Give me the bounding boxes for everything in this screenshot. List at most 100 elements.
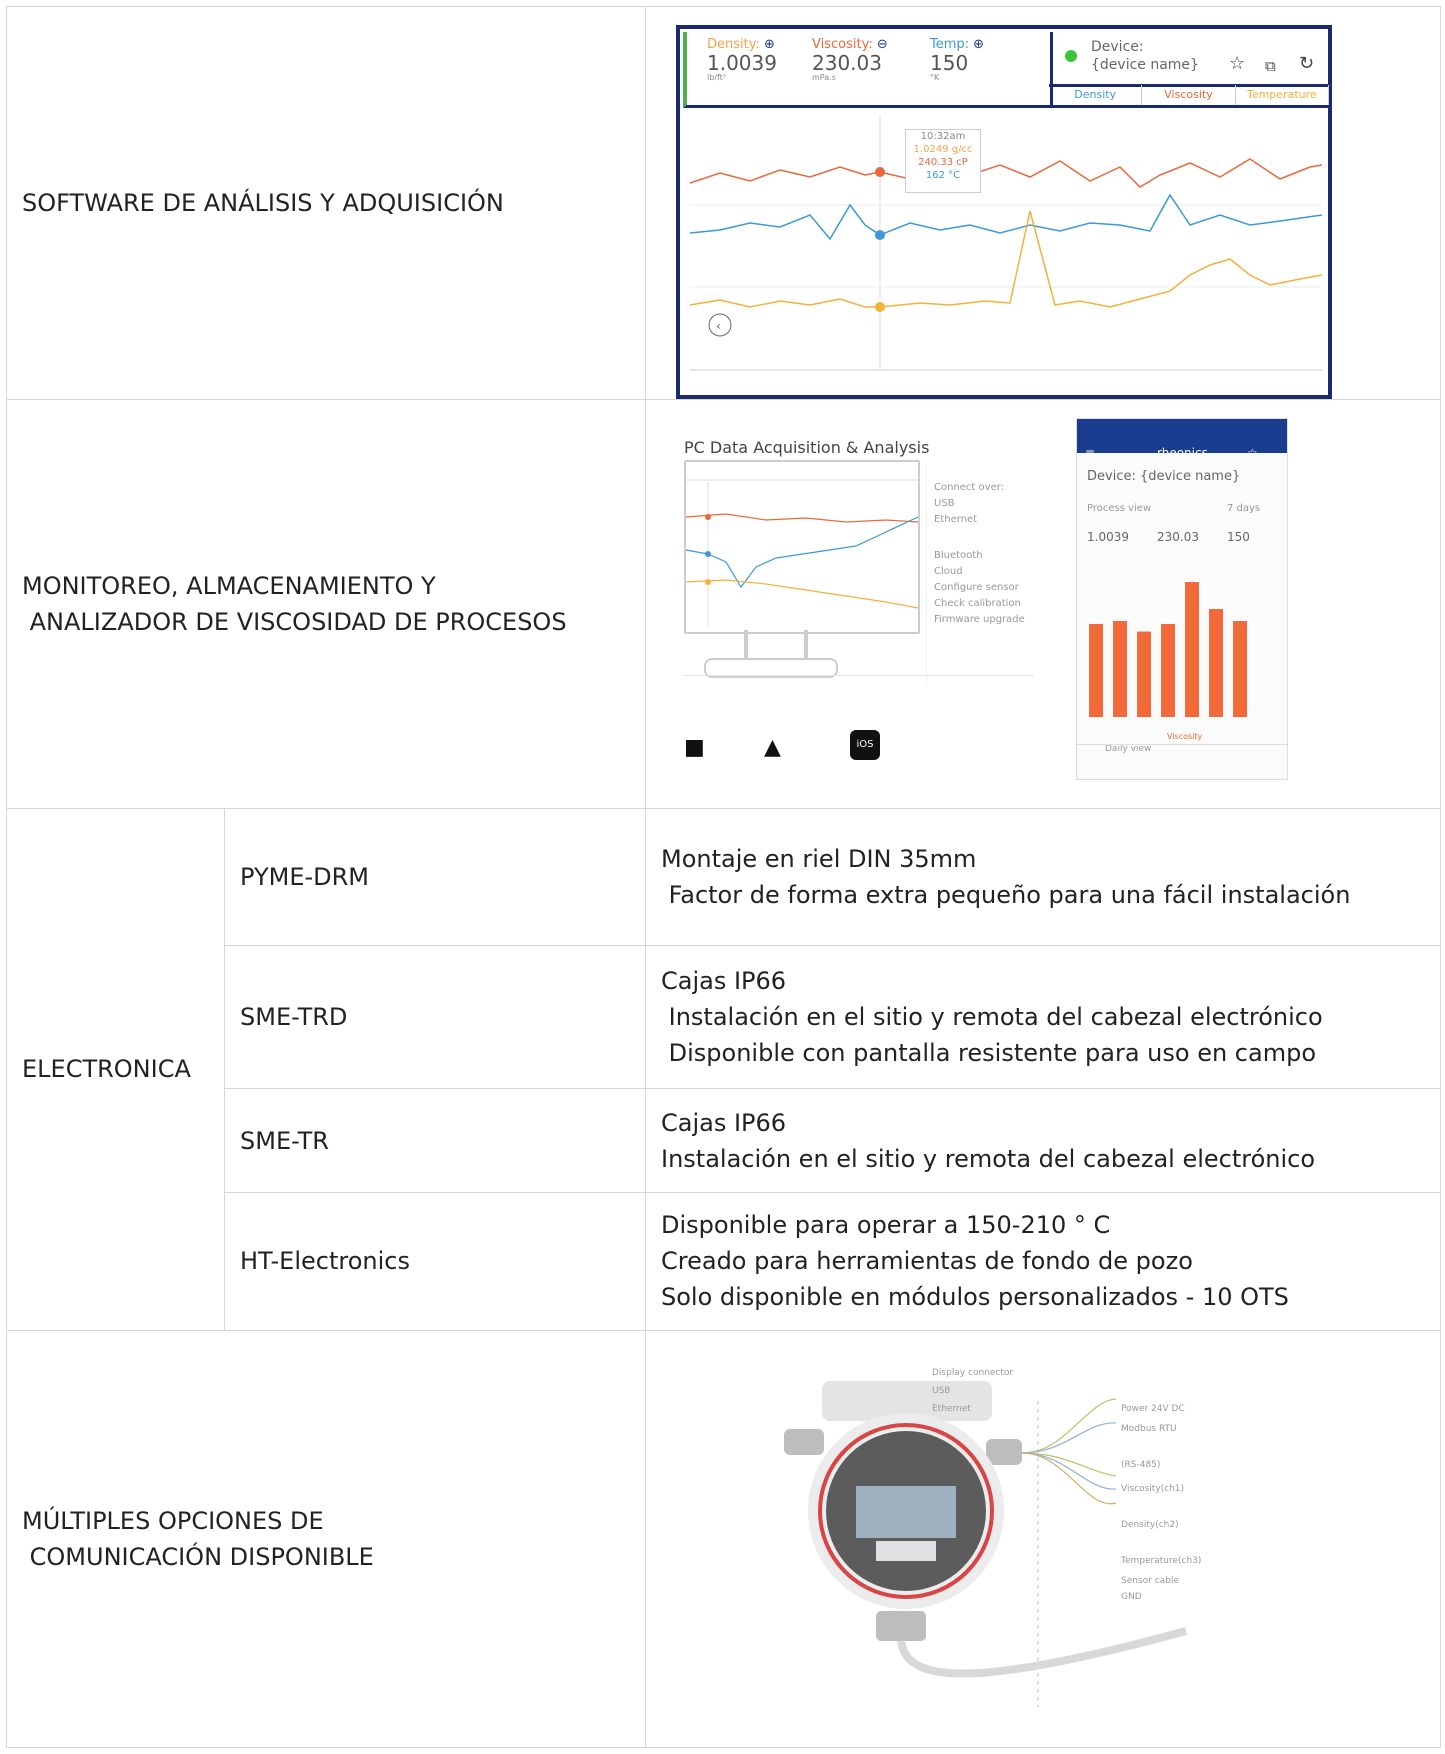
temperature-marker: [875, 302, 885, 312]
electronics-model: HT-Electronics: [224, 1191, 646, 1331]
temp-unit: °K: [930, 73, 940, 82]
electronics-model: SME-TR: [224, 1088, 646, 1193]
device-label: Device:: [1091, 39, 1144, 55]
phone-bar: [1089, 624, 1103, 718]
electronics-desc: Montaje en riel DIN 35mm Factor de forma…: [645, 808, 1441, 946]
viscosity-label: Viscosity:: [812, 37, 873, 52]
back-arrow-icon: ‹: [716, 319, 721, 333]
star-icon[interactable]: ☆: [1247, 435, 1258, 471]
electronics-desc: Cajas IP66 Instalación en el sitio y rem…: [645, 1088, 1441, 1193]
junction-box-figure: Display connector USB Ethernet Power 24V…: [766, 1341, 1326, 1707]
connect-calibration: Check calibration: [934, 598, 1021, 610]
connect-header: Connect over:: [934, 482, 1005, 494]
tab-viscosity[interactable]: Viscosity: [1142, 85, 1236, 105]
connect-configure: Configure sensor: [934, 582, 1019, 594]
density-reading: Density: ⊕ 1.0039 lb/ft³: [707, 38, 777, 82]
device-text: Device: {device name}: [1091, 38, 1199, 74]
ios-icon: iOS: [850, 730, 880, 761]
dashboard-screenshot: Density: ⊕ 1.0039 lb/ft³ Viscosity: ⊖ 23…: [676, 25, 1332, 399]
status-dot-icon: [1065, 50, 1077, 62]
tooltip-temp: 162 °C: [925, 170, 961, 181]
communication-image-cell: Display connector USB Ethernet Power 24V…: [645, 1329, 1441, 1749]
tooltip-density: 1.0249 g/cc: [913, 144, 973, 155]
row-label-monitoring: MONITOREO, ALMACENAMIENTO Y ANALIZADOR D…: [6, 399, 646, 810]
density-series: [690, 193, 1322, 241]
monitor-stand: [744, 630, 748, 661]
electronics-label: ELECTRONICA: [6, 808, 225, 1331]
table-row: SOFTWARE DE ANÁLISIS Y ADQUISICIÓN Densi…: [6, 5, 1441, 401]
phone-bar: [1113, 621, 1127, 718]
connect-options: Connect over: USB Ethernet Bluetooth Clo…: [934, 480, 1025, 628]
phone-bar: [1161, 624, 1175, 718]
viscosity-unit: mPa.s: [812, 73, 836, 82]
phone-bottom-nav: [1077, 744, 1287, 779]
tab-temperature[interactable]: Temperature: [1236, 85, 1329, 105]
device-name: {device name}: [1091, 57, 1199, 73]
spec-table: SOFTWARE DE ANÁLISIS Y ADQUISICIÓN Densi…: [6, 5, 1441, 1749]
star-icon[interactable]: ☆: [1229, 46, 1245, 82]
electronics-desc: Disponible para operar a 150-210 ° C Cre…: [645, 1191, 1441, 1331]
temp-label: Temp:: [930, 37, 970, 52]
row-label-communication: MÚLTIPLES OPCIONES DE COMUNICACIÓN DISPO…: [6, 1329, 646, 1749]
electronics-desc: Cajas IP66 Instalación en el sitio y rem…: [645, 944, 1441, 1090]
mobile-app-figure: ≡ rheonics ☆ Device: {device name} Proce…: [1076, 418, 1288, 781]
viscosity-icon: ⊖: [876, 37, 888, 52]
viscosity-value: 230.03: [812, 51, 882, 75]
phone-bar: [1233, 621, 1247, 718]
trend-chart: ‹: [690, 115, 1322, 371]
android-icon: ▲: [764, 735, 781, 761]
density-value: 1.0039: [707, 51, 777, 75]
phone-viscosity-value: 230.03: [1157, 530, 1199, 545]
software-screenshot-cell: Density: ⊕ 1.0039 lb/ft³ Viscosity: ⊖ 23…: [645, 5, 1441, 401]
monitor-illustration: [684, 460, 920, 635]
divider: [926, 464, 927, 685]
pc-acquisition-figure: PC Data Acquisition & Analysis Connect o…: [684, 430, 1044, 761]
phone-temp-value: 150: [1227, 530, 1250, 545]
monitoring-image-cell: PC Data Acquisition & Analysis Connect o…: [645, 399, 1441, 810]
viscosity-marker: [875, 167, 885, 177]
table-row: ELECTRONICA PYME-DRM Montaje en riel DIN…: [6, 808, 1441, 1331]
viscosity-series: [690, 158, 1322, 188]
table-row: MÚLTIPLES OPCIONES DE COMUNICACIÓN DISPO…: [6, 1329, 1441, 1749]
app-header: ≡ rheonics ☆: [1077, 419, 1287, 460]
temp-icon: ⊕: [973, 37, 985, 52]
spec-document: SOFTWARE DE ANÁLISIS Y ADQUISICIÓN Densi…: [0, 0, 1445, 1754]
density-marker: [875, 230, 885, 240]
junction-box-illustration: [784, 1380, 1188, 1707]
device-panel: Device: {device name} ☆ ⧉ ↻: [1049, 32, 1329, 87]
table-row: MONITOREO, ALMACENAMIENTO Y ANALIZADOR D…: [6, 399, 1441, 810]
row-label-software: SOFTWARE DE ANÁLISIS Y ADQUISICIÓN: [6, 5, 646, 401]
export-icon[interactable]: ⧉: [1265, 48, 1276, 84]
monitor-stand: [804, 630, 808, 661]
label-ethernet: Ethernet: [932, 1403, 971, 1414]
metric-tabs: Density Viscosity Temperature: [1049, 85, 1329, 108]
divider: [684, 675, 1034, 677]
connect-firmware: Firmware upgrade: [934, 614, 1025, 626]
density-icon: ⊕: [764, 37, 775, 52]
readings-panel: Density: ⊕ 1.0039 lb/ft³ Viscosity: ⊖ 23…: [683, 32, 1053, 108]
electronics-model: PYME-DRM: [224, 808, 646, 946]
phone-density-value: 1.0039: [1087, 530, 1129, 545]
phone-bar: [1137, 631, 1151, 718]
viscosity-reading: Viscosity: ⊖ 230.03 mPa.s: [812, 38, 888, 82]
chart-tooltip: 10:32am 1.0249 g/cc 240.33 cP 162 °C: [905, 129, 981, 193]
connect-usb: USB: [934, 498, 955, 510]
monitor-chart: [685, 479, 919, 628]
density-unit: lb/ft³: [707, 73, 727, 82]
connect-bluetooth: Bluetooth: [934, 550, 983, 562]
temp-value: 150: [930, 51, 969, 75]
phone-bar: [1209, 609, 1223, 718]
electronics-model: SME-TRD: [224, 944, 646, 1090]
density-label: Density:: [707, 37, 760, 52]
tab-density[interactable]: Density: [1049, 85, 1143, 105]
refresh-icon[interactable]: ↻: [1299, 46, 1314, 82]
tooltip-time: 10:32am: [920, 131, 966, 142]
temp-reading: Temp: ⊕ 150 °K: [930, 38, 984, 82]
phone-device-line: Device: {device name}: [1087, 469, 1241, 485]
tooltip-viscosity: 240.33 cP: [918, 157, 968, 168]
windows-icon: ■: [684, 735, 705, 761]
phone-bar-chart: [1089, 582, 1247, 718]
connect-cloud: Cloud: [934, 566, 963, 578]
connect-ethernet: Ethernet: [934, 514, 978, 526]
